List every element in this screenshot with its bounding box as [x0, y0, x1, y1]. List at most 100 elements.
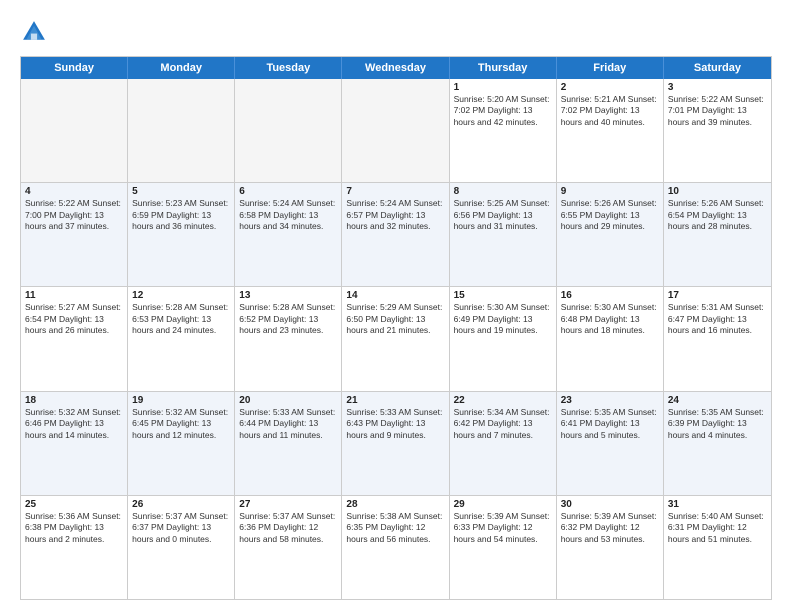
day-cell-23: 23Sunrise: 5:35 AM Sunset: 6:41 PM Dayli…: [557, 392, 664, 495]
day-cell-7: 7Sunrise: 5:24 AM Sunset: 6:57 PM Daylig…: [342, 183, 449, 286]
day-cell-3: 3Sunrise: 5:22 AM Sunset: 7:01 PM Daylig…: [664, 79, 771, 182]
day-cell-28: 28Sunrise: 5:38 AM Sunset: 6:35 PM Dayli…: [342, 496, 449, 599]
day-number: 2: [561, 82, 659, 93]
day-number: 29: [454, 499, 552, 510]
header-day-friday: Friday: [557, 57, 664, 79]
day-number: 13: [239, 290, 337, 301]
day-info: Sunrise: 5:38 AM Sunset: 6:35 PM Dayligh…: [346, 511, 444, 545]
day-cell-12: 12Sunrise: 5:28 AM Sunset: 6:53 PM Dayli…: [128, 287, 235, 390]
day-number: 11: [25, 290, 123, 301]
day-number: 25: [25, 499, 123, 510]
day-number: 16: [561, 290, 659, 301]
logo-icon: [20, 18, 48, 46]
day-info: Sunrise: 5:35 AM Sunset: 6:41 PM Dayligh…: [561, 407, 659, 441]
page-header: [20, 18, 772, 46]
empty-cell: [342, 79, 449, 182]
calendar-row-2: 4Sunrise: 5:22 AM Sunset: 7:00 PM Daylig…: [21, 183, 771, 287]
calendar-row-4: 18Sunrise: 5:32 AM Sunset: 6:46 PM Dayli…: [21, 392, 771, 496]
day-info: Sunrise: 5:39 AM Sunset: 6:32 PM Dayligh…: [561, 511, 659, 545]
calendar: SundayMondayTuesdayWednesdayThursdayFrid…: [20, 56, 772, 600]
day-cell-16: 16Sunrise: 5:30 AM Sunset: 6:48 PM Dayli…: [557, 287, 664, 390]
day-info: Sunrise: 5:27 AM Sunset: 6:54 PM Dayligh…: [25, 302, 123, 336]
day-number: 15: [454, 290, 552, 301]
day-cell-18: 18Sunrise: 5:32 AM Sunset: 6:46 PM Dayli…: [21, 392, 128, 495]
header-day-saturday: Saturday: [664, 57, 771, 79]
day-number: 30: [561, 499, 659, 510]
day-info: Sunrise: 5:29 AM Sunset: 6:50 PM Dayligh…: [346, 302, 444, 336]
calendar-header: SundayMondayTuesdayWednesdayThursdayFrid…: [21, 57, 771, 79]
day-number: 8: [454, 186, 552, 197]
day-cell-17: 17Sunrise: 5:31 AM Sunset: 6:47 PM Dayli…: [664, 287, 771, 390]
day-cell-1: 1Sunrise: 5:20 AM Sunset: 7:02 PM Daylig…: [450, 79, 557, 182]
day-info: Sunrise: 5:25 AM Sunset: 6:56 PM Dayligh…: [454, 198, 552, 232]
day-info: Sunrise: 5:32 AM Sunset: 6:45 PM Dayligh…: [132, 407, 230, 441]
day-cell-29: 29Sunrise: 5:39 AM Sunset: 6:33 PM Dayli…: [450, 496, 557, 599]
day-info: Sunrise: 5:20 AM Sunset: 7:02 PM Dayligh…: [454, 94, 552, 128]
header-day-thursday: Thursday: [450, 57, 557, 79]
day-cell-15: 15Sunrise: 5:30 AM Sunset: 6:49 PM Dayli…: [450, 287, 557, 390]
day-number: 18: [25, 395, 123, 406]
day-number: 6: [239, 186, 337, 197]
day-info: Sunrise: 5:23 AM Sunset: 6:59 PM Dayligh…: [132, 198, 230, 232]
day-info: Sunrise: 5:24 AM Sunset: 6:58 PM Dayligh…: [239, 198, 337, 232]
day-number: 24: [668, 395, 767, 406]
day-info: Sunrise: 5:35 AM Sunset: 6:39 PM Dayligh…: [668, 407, 767, 441]
header-day-monday: Monday: [128, 57, 235, 79]
day-cell-30: 30Sunrise: 5:39 AM Sunset: 6:32 PM Dayli…: [557, 496, 664, 599]
calendar-row-3: 11Sunrise: 5:27 AM Sunset: 6:54 PM Dayli…: [21, 287, 771, 391]
day-cell-25: 25Sunrise: 5:36 AM Sunset: 6:38 PM Dayli…: [21, 496, 128, 599]
day-info: Sunrise: 5:32 AM Sunset: 6:46 PM Dayligh…: [25, 407, 123, 441]
day-info: Sunrise: 5:40 AM Sunset: 6:31 PM Dayligh…: [668, 511, 767, 545]
day-number: 22: [454, 395, 552, 406]
header-day-wednesday: Wednesday: [342, 57, 449, 79]
day-info: Sunrise: 5:22 AM Sunset: 7:00 PM Dayligh…: [25, 198, 123, 232]
day-info: Sunrise: 5:21 AM Sunset: 7:02 PM Dayligh…: [561, 94, 659, 128]
day-cell-4: 4Sunrise: 5:22 AM Sunset: 7:00 PM Daylig…: [21, 183, 128, 286]
day-cell-11: 11Sunrise: 5:27 AM Sunset: 6:54 PM Dayli…: [21, 287, 128, 390]
day-info: Sunrise: 5:24 AM Sunset: 6:57 PM Dayligh…: [346, 198, 444, 232]
day-number: 31: [668, 499, 767, 510]
header-day-tuesday: Tuesday: [235, 57, 342, 79]
day-number: 19: [132, 395, 230, 406]
day-number: 21: [346, 395, 444, 406]
day-number: 20: [239, 395, 337, 406]
logo: [20, 18, 52, 46]
day-cell-31: 31Sunrise: 5:40 AM Sunset: 6:31 PM Dayli…: [664, 496, 771, 599]
day-cell-26: 26Sunrise: 5:37 AM Sunset: 6:37 PM Dayli…: [128, 496, 235, 599]
day-number: 17: [668, 290, 767, 301]
day-cell-22: 22Sunrise: 5:34 AM Sunset: 6:42 PM Dayli…: [450, 392, 557, 495]
day-cell-20: 20Sunrise: 5:33 AM Sunset: 6:44 PM Dayli…: [235, 392, 342, 495]
calendar-row-5: 25Sunrise: 5:36 AM Sunset: 6:38 PM Dayli…: [21, 496, 771, 599]
day-cell-9: 9Sunrise: 5:26 AM Sunset: 6:55 PM Daylig…: [557, 183, 664, 286]
day-cell-8: 8Sunrise: 5:25 AM Sunset: 6:56 PM Daylig…: [450, 183, 557, 286]
day-info: Sunrise: 5:33 AM Sunset: 6:44 PM Dayligh…: [239, 407, 337, 441]
header-day-sunday: Sunday: [21, 57, 128, 79]
day-cell-6: 6Sunrise: 5:24 AM Sunset: 6:58 PM Daylig…: [235, 183, 342, 286]
day-number: 9: [561, 186, 659, 197]
day-info: Sunrise: 5:26 AM Sunset: 6:54 PM Dayligh…: [668, 198, 767, 232]
day-info: Sunrise: 5:28 AM Sunset: 6:52 PM Dayligh…: [239, 302, 337, 336]
empty-cell: [128, 79, 235, 182]
day-cell-2: 2Sunrise: 5:21 AM Sunset: 7:02 PM Daylig…: [557, 79, 664, 182]
day-info: Sunrise: 5:37 AM Sunset: 6:37 PM Dayligh…: [132, 511, 230, 545]
calendar-body: 1Sunrise: 5:20 AM Sunset: 7:02 PM Daylig…: [21, 79, 771, 599]
day-info: Sunrise: 5:36 AM Sunset: 6:38 PM Dayligh…: [25, 511, 123, 545]
empty-cell: [235, 79, 342, 182]
day-number: 27: [239, 499, 337, 510]
day-cell-21: 21Sunrise: 5:33 AM Sunset: 6:43 PM Dayli…: [342, 392, 449, 495]
day-cell-14: 14Sunrise: 5:29 AM Sunset: 6:50 PM Dayli…: [342, 287, 449, 390]
day-number: 7: [346, 186, 444, 197]
day-number: 14: [346, 290, 444, 301]
day-cell-19: 19Sunrise: 5:32 AM Sunset: 6:45 PM Dayli…: [128, 392, 235, 495]
day-number: 10: [668, 186, 767, 197]
day-number: 5: [132, 186, 230, 197]
day-info: Sunrise: 5:30 AM Sunset: 6:48 PM Dayligh…: [561, 302, 659, 336]
day-info: Sunrise: 5:26 AM Sunset: 6:55 PM Dayligh…: [561, 198, 659, 232]
day-cell-24: 24Sunrise: 5:35 AM Sunset: 6:39 PM Dayli…: [664, 392, 771, 495]
day-cell-13: 13Sunrise: 5:28 AM Sunset: 6:52 PM Dayli…: [235, 287, 342, 390]
day-info: Sunrise: 5:30 AM Sunset: 6:49 PM Dayligh…: [454, 302, 552, 336]
day-info: Sunrise: 5:33 AM Sunset: 6:43 PM Dayligh…: [346, 407, 444, 441]
day-number: 12: [132, 290, 230, 301]
day-number: 4: [25, 186, 123, 197]
calendar-row-1: 1Sunrise: 5:20 AM Sunset: 7:02 PM Daylig…: [21, 79, 771, 183]
